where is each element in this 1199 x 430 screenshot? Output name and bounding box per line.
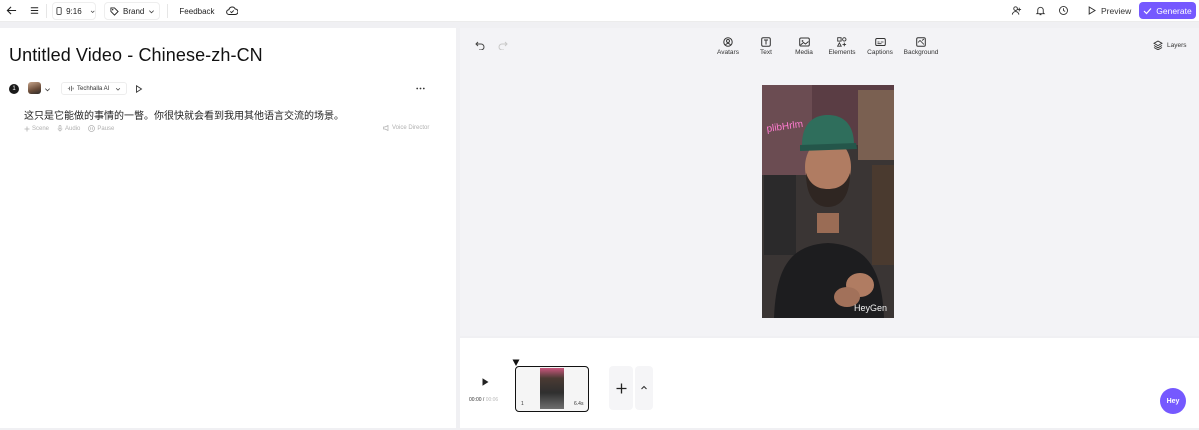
plus-icon (24, 126, 30, 131)
time-readout: 00:00 / 00:06 (469, 397, 499, 403)
plus-icon (616, 383, 626, 393)
notification-bell-icon[interactable] (1035, 5, 1046, 16)
back-arrow-icon[interactable] (6, 5, 17, 16)
tool-captions-label: Captions (867, 49, 893, 56)
play-scene-icon[interactable] (135, 85, 143, 93)
add-scene-label: Scene (32, 125, 50, 132)
shapes-icon (837, 37, 847, 47)
clip-number: 1 (521, 401, 524, 407)
add-audio-button[interactable]: Audio (57, 125, 80, 132)
tool-text-label: Text (760, 49, 772, 56)
chevron-down-icon (116, 87, 121, 91)
timeline: 00:00 / 00:06 1 6.4s (460, 338, 1199, 428)
divider (167, 4, 168, 18)
total-time: 00:06 (485, 397, 499, 403)
tool-elements[interactable]: Elements (826, 37, 858, 56)
undo-icon[interactable] (475, 40, 485, 50)
tool-avatars-label: Avatars (717, 49, 739, 56)
expand-up-button[interactable] (635, 366, 653, 410)
script-text[interactable]: 这只是它能做的事情的一瞥。你很快就会看到我用其他语言交流的场景。 (24, 107, 344, 122)
aspect-ratio-selector[interactable]: 9:16 (52, 2, 96, 20)
microphone-icon (57, 125, 63, 132)
scene-number-badge: 1 (9, 84, 19, 94)
tool-media[interactable]: Media (788, 37, 820, 56)
history-controls (475, 40, 508, 50)
feedback-button[interactable]: Feedback (176, 2, 218, 20)
avatar-icon (723, 37, 733, 47)
add-scene-timeline-button[interactable] (609, 366, 633, 410)
preview-button[interactable]: Preview (1080, 2, 1134, 19)
play-outline-icon (1088, 6, 1096, 15)
chevron-down-icon (90, 10, 95, 13)
play-icon (482, 378, 488, 386)
tool-avatars[interactable]: Avatars (712, 37, 744, 56)
clip-thumbnail (540, 368, 564, 409)
scene-row: 1 Techhalla AI (9, 82, 439, 96)
menu-icon[interactable] (29, 5, 40, 16)
pause-icon (88, 125, 96, 132)
image-icon (798, 37, 810, 47)
text-icon (761, 37, 771, 47)
phone-icon (56, 7, 62, 15)
voice-name: Techhalla AI (77, 85, 110, 92)
brand-selector[interactable]: Brand (104, 2, 160, 20)
tool-text[interactable]: Text (750, 37, 782, 56)
clip-duration: 6.4s (574, 401, 584, 407)
video-preview[interactable]: plibHrlm HeyGen (762, 85, 894, 318)
add-pause-button[interactable]: Pause (88, 125, 114, 132)
tool-background[interactable]: Background (902, 37, 940, 56)
layers-icon (1153, 40, 1163, 50)
brand-label: Brand (123, 6, 145, 16)
chevron-up-icon (641, 385, 647, 390)
aspect-ratio-label: 9:16 (66, 6, 82, 16)
add-pause-label: Pause (97, 125, 115, 132)
history-icon[interactable] (1058, 5, 1069, 16)
redo-icon[interactable] (498, 40, 508, 50)
scene-clip[interactable]: 1 6.4s (515, 366, 589, 412)
more-options-icon[interactable] (416, 87, 425, 90)
heygen-watermark: HeyGen (854, 303, 887, 313)
megaphone-icon (383, 125, 389, 131)
script-panel: Untitled Video - Chinese-zh-CN 1 Techhal… (0, 28, 456, 428)
preview-label: Preview (1101, 5, 1132, 16)
tool-background-label: Background (903, 49, 939, 56)
avatar-video-frame: plibHrlm HeyGen (762, 85, 894, 318)
chevron-down-icon (149, 9, 155, 13)
avatar[interactable] (28, 82, 41, 94)
brand-kit-icon (110, 6, 119, 16)
add-audio-label: Audio (65, 125, 81, 132)
layers-button[interactable]: Layers (1153, 40, 1187, 50)
divider (46, 4, 47, 18)
top-bar: 9:16 Brand Feedback Preview Generate (0, 0, 1199, 22)
assistant-button[interactable]: Hey (1160, 388, 1186, 414)
element-toolbar: Avatars Text Media Elements Captions Bac… (712, 37, 940, 56)
canvas-area: Avatars Text Media Elements Captions Bac… (460, 28, 1199, 347)
cloud-save-icon[interactable] (226, 5, 238, 16)
captions-icon (874, 38, 886, 46)
play-button[interactable] (477, 374, 493, 390)
script-tools: Scene Audio Pause (24, 125, 114, 132)
checkmark-icon (1143, 7, 1152, 14)
generate-button[interactable]: Generate (1139, 2, 1196, 19)
voice-director-label: Voice Director (392, 125, 430, 131)
voice-director-button[interactable]: Voice Director (383, 125, 429, 131)
tool-captions[interactable]: Captions (864, 37, 896, 56)
tool-elements-label: Elements (828, 49, 856, 56)
tool-media-label: Media (795, 49, 813, 56)
voice-selector[interactable]: Techhalla AI (61, 82, 128, 95)
background-icon (916, 37, 926, 47)
add-scene-button[interactable]: Scene (24, 126, 49, 132)
video-title[interactable]: Untitled Video - Chinese-zh-CN (9, 45, 263, 66)
current-time: 00:00 (469, 397, 482, 403)
add-collaborator-icon[interactable] (1011, 5, 1022, 16)
layers-label: Layers (1167, 41, 1187, 49)
feedback-label: Feedback (179, 6, 215, 16)
generate-label: Generate (1156, 5, 1192, 16)
chevron-down-icon[interactable] (44, 86, 51, 93)
voice-wave-icon (67, 85, 74, 92)
